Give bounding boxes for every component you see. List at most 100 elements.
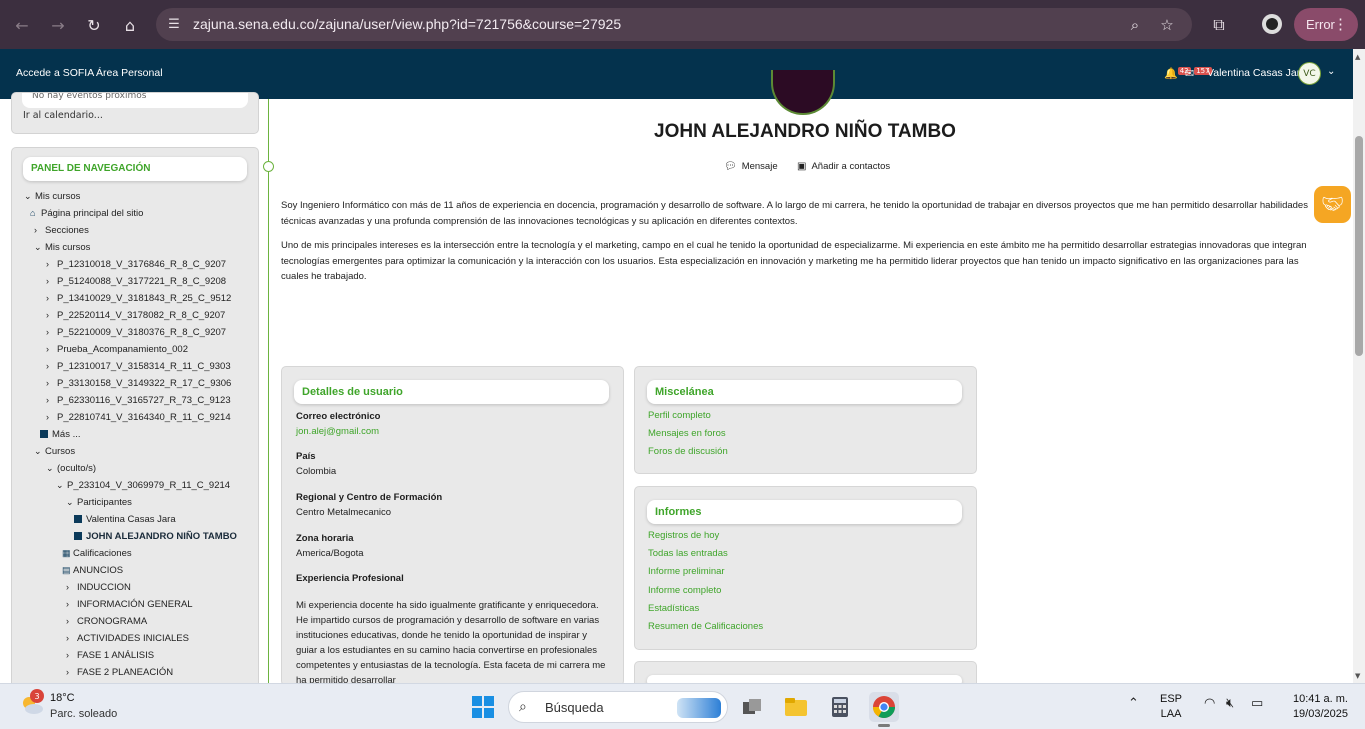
task-view-icon[interactable]: [737, 692, 767, 722]
nav-tree-item[interactable]: JOHN ALEJANDRO NIÑO TAMBO: [74, 531, 237, 542]
chevron-right-icon[interactable]: ›: [66, 582, 77, 592]
url-text[interactable]: zajuna.sena.edu.co/zajuna/user/view.php?…: [193, 16, 621, 32]
chevron-right-icon[interactable]: ›: [46, 361, 57, 371]
nav-tree-item[interactable]: ⌄ Participantes: [66, 497, 132, 508]
add-contact-button[interactable]: ▣ Añadir a contactos: [797, 161, 890, 172]
chevron-right-icon[interactable]: ›: [66, 633, 77, 643]
menu-icon[interactable]: ⋮: [1333, 15, 1348, 33]
page-scrollbar[interactable]: ▲ ▼: [1353, 49, 1365, 683]
file-explorer-icon[interactable]: [781, 692, 811, 722]
nav-tree-item[interactable]: › ACTIVIDADES INICIALES: [66, 633, 189, 644]
grades-table-icon[interactable]: ▦: [62, 548, 73, 559]
nav-tree-item[interactable]: ⌄ Cursos: [34, 446, 75, 457]
today-logs-link[interactable]: Registros de hoy: [648, 530, 719, 541]
scroll-down-icon[interactable]: ▼: [1355, 672, 1360, 680]
nav-tree-item[interactable]: › CRONOGRAMA: [66, 616, 147, 627]
nav-tree-item[interactable]: ⌄ Mis cursos: [34, 242, 90, 253]
chevron-right-icon[interactable]: ›: [46, 412, 57, 422]
language-indicator[interactable]: ESP LAA: [1160, 692, 1182, 722]
taskbar-search[interactable]: ⌕ Búsqueda: [508, 691, 728, 723]
extensions-icon[interactable]: ⧉: [1206, 12, 1232, 38]
chevron-right-icon[interactable]: ›: [46, 310, 57, 320]
nav-tree-item[interactable]: › P_12310018_V_3176846_R_8_C_9207: [46, 259, 226, 270]
nav-tree-item[interactable]: › FASE 2 PLANEACIÓN: [66, 667, 173, 678]
zoom-icon[interactable]: ⌕: [1124, 14, 1146, 36]
calculator-icon[interactable]: [825, 692, 855, 722]
outline-report-link[interactable]: Informe preliminar: [648, 566, 725, 577]
chevron-down-icon[interactable]: ⌄: [1327, 66, 1335, 77]
back-icon[interactable]: ←: [9, 12, 35, 38]
nav-tree-item[interactable]: › P_33130158_V_3149322_R_17_C_9306: [46, 378, 231, 389]
full-profile-link[interactable]: Perfil completo: [648, 410, 711, 421]
temperature[interactable]: 18°C: [50, 692, 75, 704]
nav-tree-item[interactable]: ⌄ Mis cursos: [24, 191, 80, 202]
nav-tree-item[interactable]: Valentina Casas Jara: [74, 514, 176, 525]
bookmark-star-icon[interactable]: ☆: [1156, 14, 1178, 36]
nav-tree-item[interactable]: › INDUCCION: [66, 582, 131, 593]
chevron-right-icon[interactable]: ›: [66, 599, 77, 609]
battery-icon[interactable]: ▭: [1251, 696, 1263, 711]
nav-tree-item[interactable]: › P_13410029_V_3181843_R_25_C_9512: [46, 293, 231, 304]
windows-start-icon[interactable]: [472, 696, 494, 718]
chevron-right-icon[interactable]: ›: [46, 395, 57, 405]
complete-report-link[interactable]: Informe completo: [648, 585, 721, 596]
chevron-right-icon[interactable]: ›: [66, 667, 77, 677]
nav-tree-item[interactable]: ⌄ P_233104_V_3069979_R_11_C_9214: [56, 480, 230, 491]
nav-tree-item[interactable]: Más ...: [40, 429, 81, 440]
nav-tree-item[interactable]: › P_22810741_V_3164340_R_11_C_9214: [46, 412, 231, 423]
avatar[interactable]: VC: [1298, 62, 1321, 85]
nav-tree-item[interactable]: › P_22520114_V_3178082_R_8_C_9207: [46, 310, 225, 321]
chevron-down-icon[interactable]: ⌄: [56, 480, 67, 491]
forward-icon[interactable]: →: [45, 12, 71, 38]
chevron-down-icon[interactable]: ⌄: [34, 242, 45, 253]
nav-tree-item[interactable]: ▦ Calificaciones: [62, 548, 132, 559]
scroll-thumb[interactable]: [1355, 136, 1363, 356]
nav-tree-item[interactable]: ▤ ANUNCIOS: [62, 565, 123, 576]
nav-tree-item[interactable]: › P_62330116_V_3165727_R_73_C_9123: [46, 395, 231, 406]
nav-tree-item[interactable]: › P_52210009_V_3180376_R_8_C_9207: [46, 327, 226, 338]
error-button[interactable]: Error ⋮: [1294, 8, 1358, 41]
handshake-help-icon[interactable]: 🤝︎: [1314, 186, 1351, 223]
chevron-right-icon[interactable]: ›: [46, 327, 57, 337]
chevron-right-icon[interactable]: ›: [66, 616, 77, 626]
email-value[interactable]: jon.alej@gmail.com: [296, 426, 379, 437]
chrome-icon[interactable]: [869, 692, 899, 722]
weather-condition[interactable]: Parc. soleado: [50, 708, 117, 720]
home-icon[interactable]: ⌂: [30, 208, 41, 218]
reload-icon[interactable]: ↻: [81, 12, 107, 38]
chevron-right-icon[interactable]: ›: [46, 378, 57, 388]
profile-icon[interactable]: [1259, 11, 1285, 37]
message-button[interactable]: 💬︎ Mensaje: [724, 161, 778, 172]
nav-tree-item[interactable]: › Prueba_Acompanamiento_002: [46, 344, 188, 355]
user-name[interactable]: Valentina Casas Jara: [1207, 67, 1306, 79]
speaker-muted-icon[interactable]: 🔇︎: [1226, 696, 1234, 711]
calendar-link[interactable]: Ir al calendario...: [23, 110, 103, 121]
chevron-down-icon[interactable]: ⌄: [66, 497, 77, 508]
sofia-link[interactable]: Accede a SOFIA: [16, 67, 94, 79]
discussion-forums-link[interactable]: Foros de discusión: [648, 446, 728, 457]
home-icon[interactable]: ⌂: [117, 12, 143, 38]
chevron-down-icon[interactable]: ⌄: [24, 191, 35, 202]
chevron-right-icon[interactable]: ›: [46, 276, 57, 286]
forum-icon[interactable]: ▤: [62, 565, 73, 576]
scroll-up-icon[interactable]: ▲: [1355, 53, 1360, 61]
nav-tree-item[interactable]: › P_51240088_V_3177221_R_8_C_9208: [46, 276, 226, 287]
nav-tree-item[interactable]: › FASE 1 ANÁLISIS: [66, 650, 154, 661]
chevron-right-icon[interactable]: ›: [34, 225, 45, 235]
site-info-icon[interactable]: ☰: [164, 14, 184, 34]
all-logs-link[interactable]: Todas las entradas: [648, 548, 728, 559]
system-clock[interactable]: 10:41 a. m. 19/03/2025: [1282, 692, 1348, 722]
nav-tree-item[interactable]: ⌂ Página principal del sitio: [30, 208, 143, 219]
personal-area-link[interactable]: Área Personal: [96, 67, 163, 79]
nav-tree-item[interactable]: ⌄ (oculto/s): [46, 463, 96, 474]
chevron-up-icon[interactable]: ⌃: [1128, 696, 1139, 711]
chevron-right-icon[interactable]: ›: [46, 344, 57, 354]
grades-overview-link[interactable]: Resumen de Calificaciones: [648, 621, 763, 632]
statistics-link[interactable]: Estadísticas: [648, 603, 699, 614]
nav-tree-item[interactable]: › P_12310017_V_3158314_R_11_C_9303: [46, 361, 231, 372]
chevron-right-icon[interactable]: ›: [46, 259, 57, 269]
nav-tree-item[interactable]: › INFORMACIÓN GENERAL: [66, 599, 193, 610]
address-bar[interactable]: ☰ zajuna.sena.edu.co/zajuna/user/view.ph…: [156, 8, 1192, 41]
chevron-down-icon[interactable]: ⌄: [46, 463, 57, 474]
nav-tree-item[interactable]: › Secciones: [34, 225, 89, 236]
